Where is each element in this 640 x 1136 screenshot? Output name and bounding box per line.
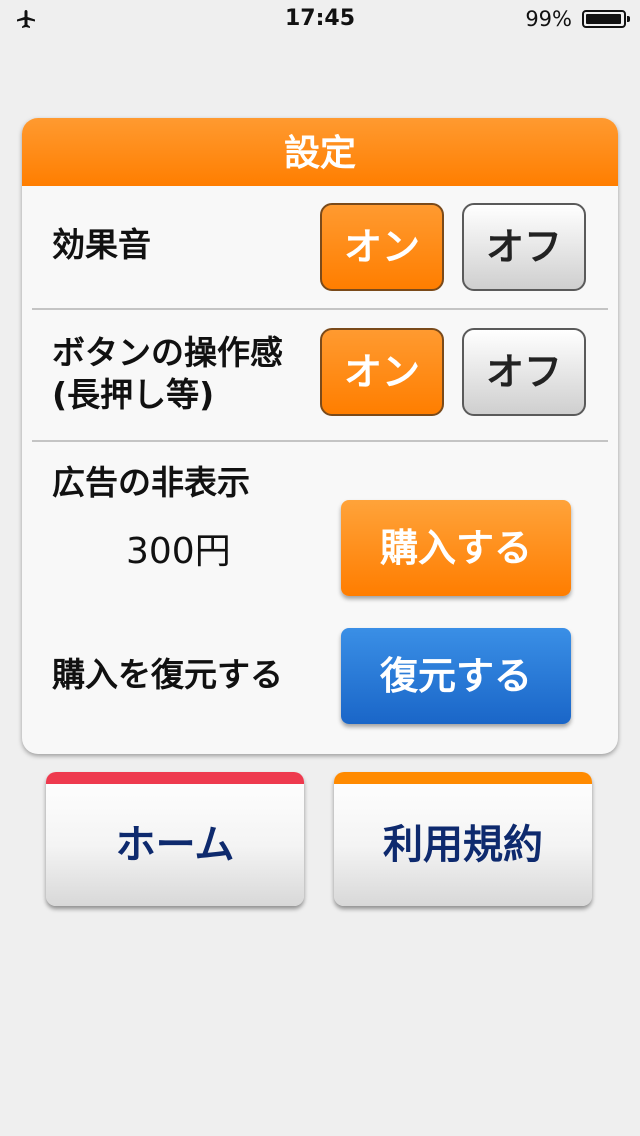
sound-effects-on-button[interactable]: オン bbox=[320, 203, 444, 291]
sound-effects-off-button[interactable]: オフ bbox=[462, 203, 586, 291]
button-feel-label: ボタンの操作感 (長押し等) bbox=[52, 332, 283, 416]
status-bar: 17:45 99% bbox=[0, 0, 640, 40]
settings-title: 設定 bbox=[22, 118, 618, 186]
restore-purchase-label: 購入を復元する bbox=[52, 655, 283, 694]
button-feel-label-line1: ボタンの操作感 bbox=[52, 333, 283, 372]
battery-fill bbox=[586, 14, 621, 24]
home-button-label: ホーム bbox=[115, 822, 235, 868]
sound-effects-label: 効果音 bbox=[52, 225, 151, 264]
row-divider bbox=[32, 440, 608, 442]
settings-panel: 設定 効果音 オン オフ ボタンの操作感 (長押し等) オン オフ 広告の非表示… bbox=[22, 118, 618, 754]
restore-button[interactable]: 復元する bbox=[341, 628, 571, 724]
battery-percentage: 99% bbox=[525, 7, 572, 31]
button-feel-on-button[interactable]: オン bbox=[320, 328, 444, 416]
terms-button-label: 利用規約 bbox=[383, 822, 543, 868]
row-divider bbox=[32, 308, 608, 310]
home-button-strip bbox=[46, 772, 304, 784]
button-feel-label-line2: (長押し等) bbox=[52, 375, 215, 414]
remove-ads-label: 広告の非表示 bbox=[52, 463, 250, 502]
remove-ads-price: 300円 bbox=[126, 531, 231, 572]
purchase-button[interactable]: 購入する bbox=[341, 500, 571, 596]
button-feel-off-button[interactable]: オフ bbox=[462, 328, 586, 416]
terms-button-strip bbox=[334, 772, 592, 784]
battery-icon bbox=[582, 10, 630, 28]
terms-button[interactable]: 利用規約 bbox=[334, 772, 592, 906]
home-button[interactable]: ホーム bbox=[46, 772, 304, 906]
battery-nub bbox=[627, 16, 630, 22]
